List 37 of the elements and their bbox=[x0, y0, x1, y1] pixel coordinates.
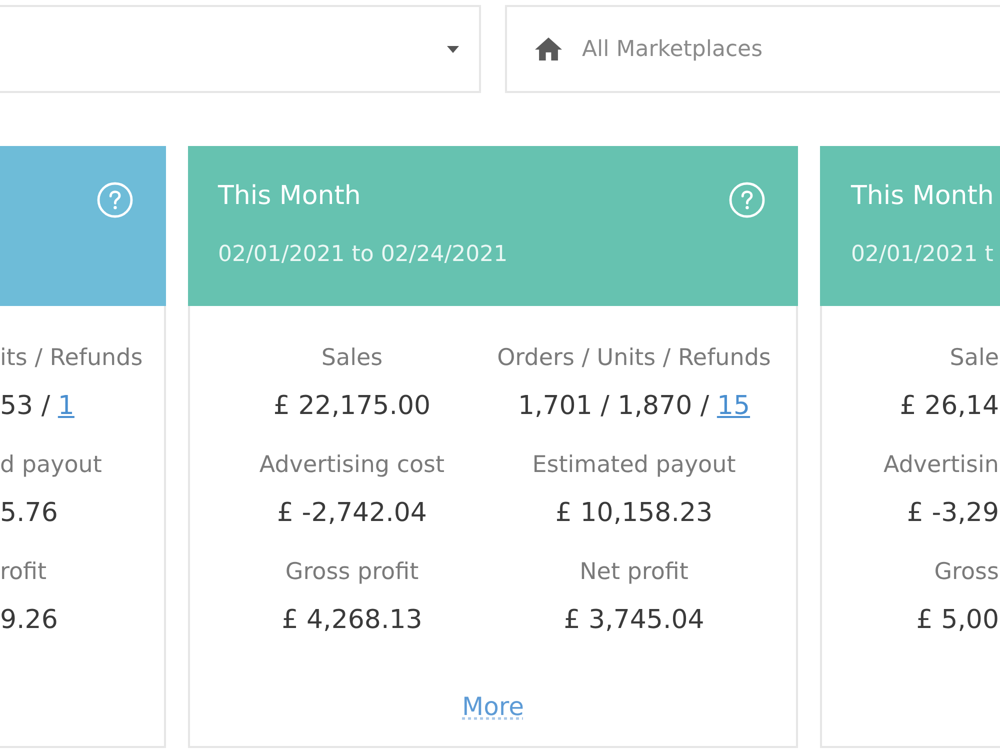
metric-value: £ 26,14 bbox=[900, 390, 999, 422]
metric-value: £ 3,745.04 bbox=[564, 604, 704, 636]
metric-label: its / Refunds bbox=[0, 344, 143, 373]
metric-label: d payout bbox=[0, 451, 102, 480]
metric-label: Sale bbox=[950, 344, 999, 373]
metric-label: Sales bbox=[321, 344, 383, 373]
metric-value: £ 10,158.23 bbox=[555, 497, 713, 529]
metric-label: Advertising cost bbox=[259, 451, 445, 480]
card-title: This Month bbox=[218, 180, 362, 213]
more-link[interactable]: More bbox=[462, 692, 524, 722]
metric-label: Advertisin bbox=[883, 451, 999, 480]
metric-label: rofit bbox=[0, 558, 47, 587]
metric-label: Orders / Units / Refunds bbox=[497, 344, 771, 373]
metric-label: Net profit bbox=[580, 558, 688, 587]
metric-value: £ 4,268.13 bbox=[282, 604, 422, 636]
metric-value: £ -2,742.04 bbox=[277, 497, 427, 529]
help-icon[interactable] bbox=[97, 182, 133, 218]
metric-value: £ 5,00 bbox=[916, 604, 999, 636]
date-range: 02/01/2021 t bbox=[851, 241, 994, 269]
metric-label: Gross bbox=[934, 558, 999, 587]
marketplace-dropdown[interactable]: All Marketplaces bbox=[505, 5, 1000, 93]
refunds-link[interactable]: 15 bbox=[716, 391, 750, 421]
metric-value: 1,701 / 1,870 / 15 bbox=[518, 390, 750, 422]
metric-value: £ -3,29 bbox=[906, 497, 999, 529]
metric-value: 9.26 bbox=[0, 604, 58, 636]
metric-value: £ 22,175.00 bbox=[273, 390, 431, 422]
card-title: This Month bbox=[851, 180, 994, 213]
home-icon bbox=[535, 37, 562, 61]
help-icon[interactable] bbox=[729, 182, 765, 218]
period-dropdown[interactable] bbox=[0, 5, 481, 93]
metric-label: Gross profit bbox=[285, 558, 419, 587]
date-range: 02/01/2021 to 02/24/2021 bbox=[218, 241, 508, 269]
refunds-link[interactable]: 1 bbox=[58, 391, 74, 421]
caret-icon bbox=[447, 46, 459, 52]
metric-value: 5.76 bbox=[0, 497, 58, 529]
metric-label: Estimated payout bbox=[532, 451, 736, 480]
metric-value: 53 / 1 bbox=[0, 390, 74, 422]
